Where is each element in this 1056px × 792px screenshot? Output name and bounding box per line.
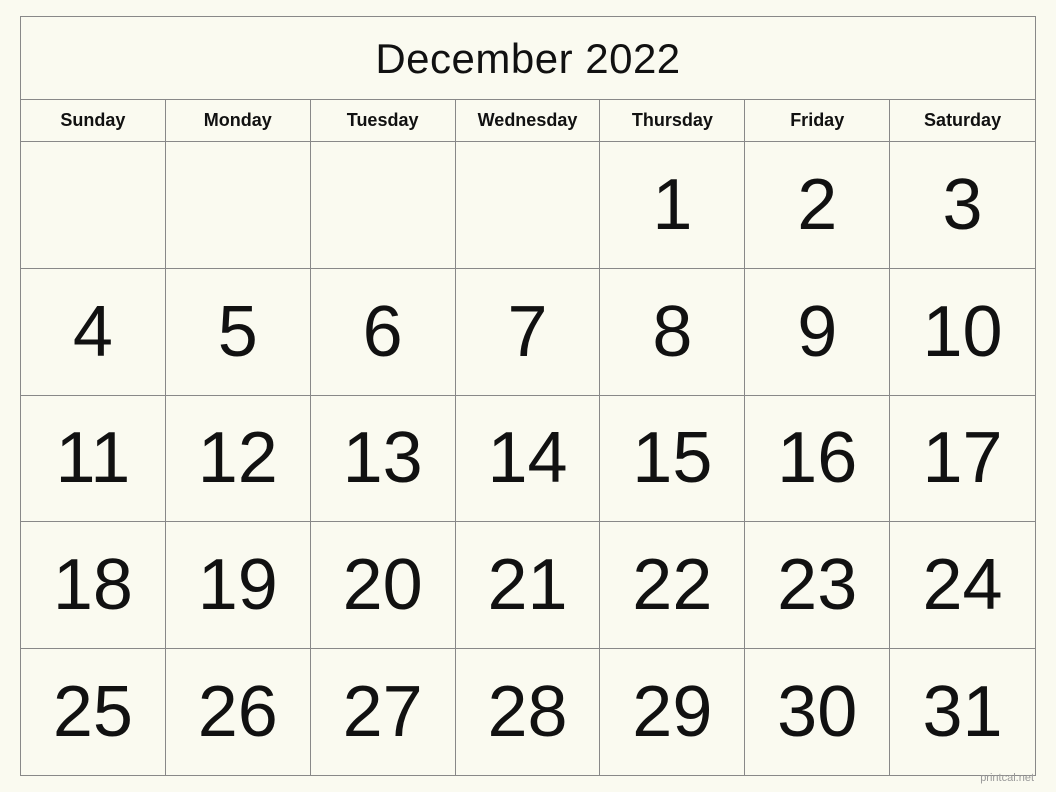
day-number-18: 18 — [53, 549, 133, 621]
day-cell-21: 21 — [456, 522, 601, 648]
day-cell-6: 6 — [311, 269, 456, 395]
watermark-label: printcal.net — [980, 772, 1034, 784]
day-number-21: 21 — [487, 549, 567, 621]
day-cell-10: 10 — [890, 269, 1035, 395]
day-number-10: 10 — [923, 296, 1003, 368]
day-number-11: 11 — [56, 422, 131, 494]
day-number-20: 20 — [343, 549, 423, 621]
day-cell-22: 22 — [600, 522, 745, 648]
week-row-1: 1 2 3 — [21, 142, 1035, 269]
day-cell-11: 11 — [21, 396, 166, 522]
day-cell-29: 29 — [600, 649, 745, 775]
day-number-4: 4 — [73, 296, 113, 368]
day-cell-28: 28 — [456, 649, 601, 775]
day-cell-4: 4 — [21, 269, 166, 395]
day-number-3: 3 — [943, 169, 983, 241]
day-number-14: 14 — [487, 422, 567, 494]
day-cell-31: 31 — [890, 649, 1035, 775]
day-cell-15: 15 — [600, 396, 745, 522]
day-cell-empty-0-0 — [21, 142, 166, 268]
day-cell-19: 19 — [166, 522, 311, 648]
day-cell-empty-0-1 — [166, 142, 311, 268]
day-number-15: 15 — [632, 422, 712, 494]
day-cell-17: 17 — [890, 396, 1035, 522]
day-header-friday: Friday — [745, 100, 890, 141]
day-cell-8: 8 — [600, 269, 745, 395]
day-number-30: 30 — [777, 676, 857, 748]
day-number-9: 9 — [797, 296, 837, 368]
weeks-container: 1234567891011121314151617181920212223242… — [21, 142, 1035, 775]
day-number-6: 6 — [363, 296, 403, 368]
day-number-26: 26 — [198, 676, 278, 748]
day-number-25: 25 — [53, 676, 133, 748]
day-cell-25: 25 — [21, 649, 166, 775]
day-cell-7: 7 — [456, 269, 601, 395]
day-number-1: 1 — [652, 169, 692, 241]
day-cell-9: 9 — [745, 269, 890, 395]
day-cell-27: 27 — [311, 649, 456, 775]
day-header-sunday: Sunday — [21, 100, 166, 141]
day-number-8: 8 — [652, 296, 692, 368]
day-number-19: 19 — [198, 549, 278, 621]
day-header-wednesday: Wednesday — [456, 100, 601, 141]
day-number-13: 13 — [343, 422, 423, 494]
day-header-saturday: Saturday — [890, 100, 1035, 141]
day-number-23: 23 — [777, 549, 857, 621]
day-header-tuesday: Tuesday — [311, 100, 456, 141]
day-cell-23: 23 — [745, 522, 890, 648]
day-cell-18: 18 — [21, 522, 166, 648]
day-cell-empty-0-2 — [311, 142, 456, 268]
day-cell-3: 3 — [890, 142, 1035, 268]
day-cell-24: 24 — [890, 522, 1035, 648]
calendar-container: December 2022 SundayMondayTuesdayWednesd… — [20, 16, 1036, 776]
day-cell-30: 30 — [745, 649, 890, 775]
week-row-3: 11 12 13 14 15 16 17 — [21, 396, 1035, 523]
day-cell-5: 5 — [166, 269, 311, 395]
day-number-2: 2 — [797, 169, 837, 241]
day-number-17: 17 — [923, 422, 1003, 494]
day-headers-row: SundayMondayTuesdayWednesdayThursdayFrid… — [21, 100, 1035, 142]
week-row-4: 18 19 20 21 22 23 24 — [21, 522, 1035, 649]
day-number-12: 12 — [198, 422, 278, 494]
day-header-thursday: Thursday — [600, 100, 745, 141]
day-number-22: 22 — [632, 549, 712, 621]
day-cell-2: 2 — [745, 142, 890, 268]
day-number-7: 7 — [507, 296, 547, 368]
day-cell-14: 14 — [456, 396, 601, 522]
day-number-29: 29 — [632, 676, 712, 748]
day-cell-12: 12 — [166, 396, 311, 522]
day-number-16: 16 — [777, 422, 857, 494]
day-number-31: 31 — [923, 676, 1003, 748]
day-number-27: 27 — [343, 676, 423, 748]
calendar-grid: SundayMondayTuesdayWednesdayThursdayFrid… — [21, 100, 1035, 775]
calendar-title: December 2022 — [21, 17, 1035, 100]
day-cell-16: 16 — [745, 396, 890, 522]
day-cell-26: 26 — [166, 649, 311, 775]
day-cell-empty-0-3 — [456, 142, 601, 268]
week-row-5: 25 26 27 28 29 30 31 — [21, 649, 1035, 775]
day-number-5: 5 — [218, 296, 258, 368]
week-row-2: 4 5 6 7 8 9 10 — [21, 269, 1035, 396]
day-header-monday: Monday — [166, 100, 311, 141]
day-cell-1: 1 — [600, 142, 745, 268]
day-number-24: 24 — [923, 549, 1003, 621]
day-cell-20: 20 — [311, 522, 456, 648]
day-number-28: 28 — [487, 676, 567, 748]
day-cell-13: 13 — [311, 396, 456, 522]
